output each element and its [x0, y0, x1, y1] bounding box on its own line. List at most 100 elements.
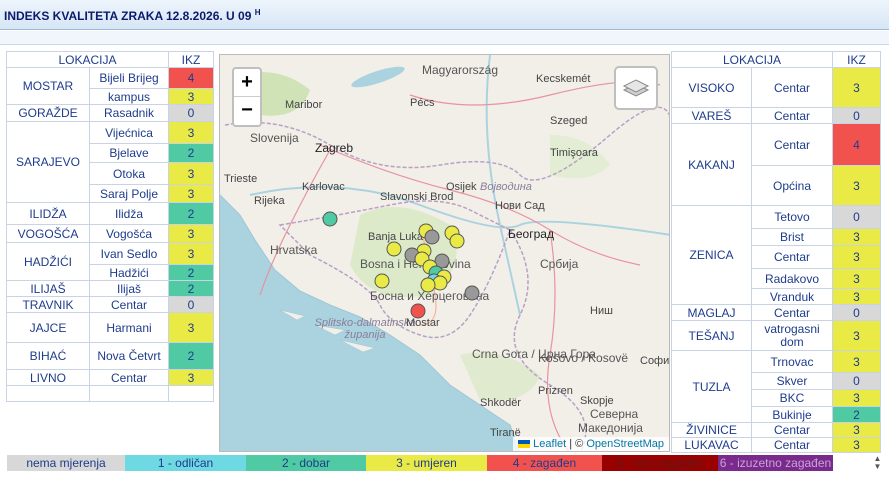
osm-link[interactable]: OpenStreetMap	[586, 438, 664, 450]
station-name: Nova Četvrt	[89, 342, 169, 370]
city-name: MAGLAJ	[671, 304, 752, 321]
col-header-location: LOKACIJA	[6, 51, 169, 68]
station-marker[interactable]	[410, 303, 426, 319]
station-marker[interactable]	[449, 233, 465, 249]
index-cell[interactable]: 3	[168, 121, 214, 144]
leaflet-link[interactable]: Leaflet	[518, 438, 566, 450]
index-cell[interactable]: 3	[168, 184, 214, 203]
legend-item: nema mjerenja	[7, 455, 125, 471]
legend-item: 1 - odličan	[125, 455, 246, 471]
station-name: Centar	[751, 422, 833, 438]
col-header-index: IKZ	[832, 51, 881, 68]
station-name: Centar	[751, 123, 833, 166]
index-cell[interactable]: 0	[832, 107, 881, 124]
city-name: ILIDŽA	[6, 202, 90, 225]
index-cell[interactable]: 2	[168, 264, 214, 281]
station-marker[interactable]	[322, 211, 338, 227]
station-name: Centar	[89, 369, 169, 386]
index-cell[interactable]: 2	[168, 143, 214, 163]
station-name: Centar	[751, 107, 833, 124]
station-name: Bijeli Brijeg	[89, 67, 169, 89]
layers-icon	[622, 79, 650, 97]
index-cell[interactable]: 2	[168, 202, 214, 225]
header-subbar	[0, 31, 889, 45]
index-cell[interactable]: 3	[832, 350, 881, 373]
city-name: VISOKO	[671, 67, 752, 108]
index-cell[interactable]: 3	[168, 224, 214, 243]
city-name: ILIJAŠ	[6, 280, 90, 297]
index-cell[interactable]: 3	[168, 312, 214, 343]
station-name: Vijećnica	[89, 121, 169, 144]
station-name: Centar	[751, 245, 833, 269]
index-cell[interactable]: 3	[832, 228, 881, 246]
city-name: TRAVNIK	[6, 296, 90, 313]
station-name: kampus	[89, 88, 169, 105]
station-name: Centar	[751, 304, 833, 321]
index-cell[interactable]: 3	[832, 320, 881, 351]
index-cell[interactable]: 0	[832, 205, 881, 229]
station-marker[interactable]	[386, 241, 402, 257]
empty-cell	[168, 385, 214, 402]
zoom-in-button[interactable]: +	[234, 69, 260, 97]
map-view[interactable]: Magyarország Kecskemét Pécs Szeged Marib…	[219, 54, 670, 452]
station-name: Tetovo	[751, 205, 833, 229]
page-header: INDEKS KVALITETA ZRAKA 12.8.2026. U 09 H	[0, 0, 889, 30]
city-name: LUKAVAC	[671, 437, 752, 453]
station-marker[interactable]	[464, 285, 480, 301]
index-cell[interactable]: 0	[832, 304, 881, 321]
index-cell[interactable]: 0	[168, 104, 214, 122]
legend-item: 3 - umjeren	[366, 455, 487, 471]
page-scrollbar[interactable]: ▲ ▼	[870, 455, 885, 473]
index-cell[interactable]: 4	[168, 67, 214, 89]
col-header-index: IKZ	[168, 51, 214, 68]
city-name: KAKANJ	[671, 123, 752, 206]
station-name: Rasadnik	[89, 104, 169, 122]
scroll-down-icon: ▼	[873, 462, 882, 471]
city-name: ŽIVINICE	[671, 422, 752, 438]
index-cell[interactable]: 0	[168, 296, 214, 313]
index-cell[interactable]: 3	[832, 422, 881, 438]
zoom-out-button[interactable]: −	[234, 97, 260, 125]
station-marker[interactable]	[374, 273, 390, 289]
index-cell[interactable]: 0	[832, 372, 881, 390]
index-cell[interactable]: 3	[832, 67, 881, 108]
station-name: Hadžići	[89, 264, 169, 281]
station-name: Skver	[751, 372, 833, 390]
station-markers	[322, 211, 480, 319]
city-name: BIHAĆ	[6, 342, 90, 370]
right-station-table: LOKACIJA IKZ VISOKO Centar 3 VAREŠ Centa…	[671, 51, 881, 453]
layers-button[interactable]	[614, 66, 658, 110]
empty-cell	[89, 385, 169, 402]
station-name: Brist	[751, 228, 833, 246]
index-cell[interactable]: 3	[832, 245, 881, 269]
index-cell[interactable]: 2	[168, 280, 214, 297]
index-cell[interactable]: 3	[168, 88, 214, 105]
index-cell[interactable]: 3	[832, 288, 881, 305]
index-cell[interactable]: 3	[168, 242, 214, 265]
ukraine-flag-icon	[518, 440, 531, 449]
station-name: Bukinje	[751, 406, 833, 423]
station-name: vatrogasni dom	[751, 320, 833, 351]
index-cell[interactable]: 3	[832, 437, 881, 453]
station-name: Saraj Polje	[89, 184, 169, 203]
map-attribution: Leaflet | © OpenStreetMap	[513, 437, 669, 451]
index-cell[interactable]: 4	[832, 123, 881, 166]
station-marker[interactable]	[424, 229, 440, 245]
station-name: Radakovo	[751, 268, 833, 289]
station-name: Ilijaš	[89, 280, 169, 297]
index-cell[interactable]: 3	[168, 162, 214, 185]
index-cell[interactable]: 3	[168, 369, 214, 386]
station-name: Centar	[751, 67, 833, 108]
station-name: Otoka	[89, 162, 169, 185]
station-name: Trnovac	[751, 350, 833, 373]
index-cell[interactable]: 2	[832, 406, 881, 423]
index-cell[interactable]: 3	[832, 268, 881, 289]
index-cell[interactable]: 3	[832, 165, 881, 206]
station-marker[interactable]	[420, 277, 436, 293]
station-name: Vogošća	[89, 224, 169, 243]
city-name: TEŠANJ	[671, 320, 752, 351]
index-cell[interactable]: 3	[832, 389, 881, 407]
index-cell[interactable]: 2	[168, 342, 214, 370]
station-name: Harmani	[89, 312, 169, 343]
legend-item: 5 - vrlo zagađen	[602, 455, 718, 471]
